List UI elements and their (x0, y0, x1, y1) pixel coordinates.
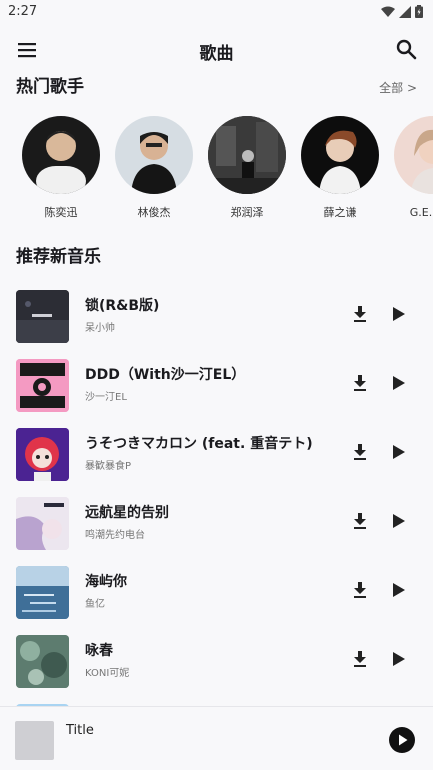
song-title: うそつきマカロン (feat. 重音テト) (85, 436, 313, 452)
song-row[interactable]: 咏春 KONI可妮 (0, 631, 433, 691)
song-artist: 鸣潮先约电台 (85, 530, 145, 541)
singer-list[interactable]: 陈奕迅 林俊杰 郑润泽 薛之谦 G.E.M.邓 (0, 116, 433, 226)
avatar (394, 116, 433, 194)
song-artist: KONI可妮 (85, 668, 130, 679)
play-icon[interactable] (393, 307, 405, 321)
battery-icon (415, 5, 423, 18)
song-title: 锁(R&B版) (85, 298, 160, 314)
status-icons (381, 5, 423, 18)
play-icon[interactable] (393, 583, 405, 597)
song-row[interactable]: 远航星的告别 鸣潮先约电台 (0, 493, 433, 553)
song-row[interactable]: 海屿你 鱼亿 (0, 562, 433, 622)
page-title: 歌曲 (199, 44, 234, 64)
mini-play-button[interactable] (389, 727, 415, 753)
singer-item[interactable]: 薛之谦 (297, 116, 383, 220)
singer-item[interactable]: 林俊杰 (111, 116, 197, 220)
album-cover (16, 566, 69, 619)
song-row[interactable]: うそつきマカロン (feat. 重音テト) 暴歓暴食P (0, 424, 433, 484)
status-time: 2:27 (8, 4, 38, 19)
download-icon[interactable] (353, 651, 367, 667)
album-cover (16, 359, 69, 412)
see-all-link[interactable]: 全部 > (379, 79, 417, 96)
singer-item[interactable]: 郑润泽 (204, 116, 290, 220)
avatar (301, 116, 379, 194)
song-artist: 沙一汀EL (85, 392, 127, 403)
download-icon[interactable] (353, 582, 367, 598)
status-bar: 2:27 (0, 0, 433, 24)
album-cover (16, 635, 69, 688)
avatar (115, 116, 193, 194)
play-icon[interactable] (393, 376, 405, 390)
song-title: 远航星的告别 (85, 505, 169, 521)
app-bar: 歌曲 (0, 24, 433, 76)
new-music-title: 推荐新音乐 (16, 247, 101, 267)
play-icon (399, 734, 408, 746)
song-row[interactable]: 锁(R&B版) 呆小帅 (0, 286, 433, 346)
song-artist: 呆小帅 (85, 323, 115, 334)
album-cover (16, 428, 69, 481)
singer-name: 郑润泽 (230, 206, 264, 219)
singer-name: 陈奕迅 (44, 206, 78, 219)
download-icon[interactable] (353, 375, 367, 391)
singer-name: 林俊杰 (137, 206, 171, 219)
content-scroll[interactable]: 热门歌手 全部 > 陈奕迅 林俊杰 郑润泽 薛之谦 G.E. 推荐新音乐 锁(R… (0, 76, 433, 706)
album-cover (16, 290, 69, 343)
song-title: 咏春 (85, 643, 113, 659)
mini-player-title: Title (66, 723, 94, 738)
singer-name: 薛之谦 (323, 206, 357, 219)
singer-name: G.E.M.邓 (409, 206, 433, 219)
song-title: 海屿你 (85, 574, 127, 590)
album-cover (16, 497, 69, 550)
singer-item[interactable]: G.E.M.邓 (390, 116, 433, 220)
mini-player-cover (15, 721, 54, 760)
song-artist: 鱼亿 (85, 599, 105, 610)
avatar (22, 116, 100, 194)
download-icon[interactable] (353, 306, 367, 322)
new-music-header: 推荐新音乐 (16, 242, 417, 267)
mini-player[interactable]: Title (0, 706, 433, 770)
play-icon[interactable] (393, 445, 405, 459)
wifi-icon (381, 6, 395, 17)
hot-singers-title: 热门歌手 (16, 77, 84, 97)
song-row[interactable]: DDD（With沙一汀EL） 沙一汀EL (0, 355, 433, 415)
song-title: DDD（With沙一汀EL） (85, 367, 246, 383)
download-icon[interactable] (353, 444, 367, 460)
signal-icon (399, 5, 411, 18)
singer-item[interactable]: 陈奕迅 (18, 116, 104, 220)
play-icon[interactable] (393, 652, 405, 666)
avatar (208, 116, 286, 194)
hot-singers-header: 热门歌手 全部 > (16, 76, 417, 97)
play-icon[interactable] (393, 514, 405, 528)
search-icon[interactable] (395, 38, 417, 60)
download-icon[interactable] (353, 513, 367, 529)
song-artist: 暴歓暴食P (85, 461, 132, 472)
